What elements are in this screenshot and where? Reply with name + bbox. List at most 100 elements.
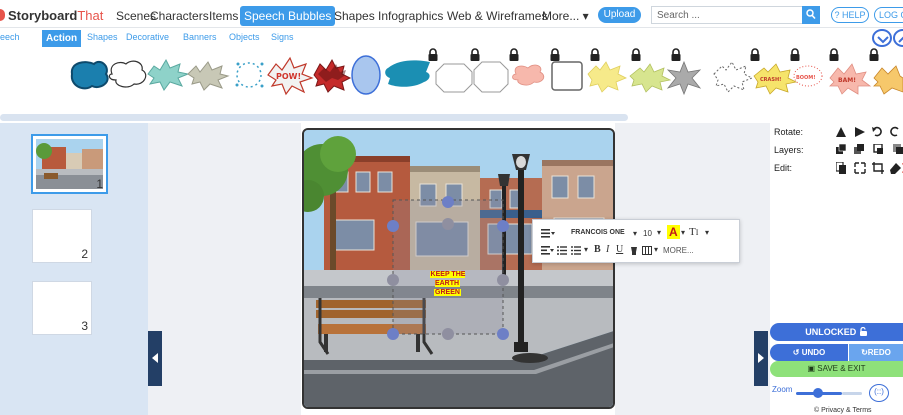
- send-backward-icon[interactable]: [873, 144, 883, 154]
- font-family-select[interactable]: FRANCOIS ONE: [571, 229, 625, 236]
- tab-objects[interactable]: Objects: [229, 32, 260, 42]
- rotate-right-icon[interactable]: [890, 126, 899, 137]
- chevron-down-icon[interactable]: ▾: [654, 245, 658, 254]
- lock-icon: [428, 48, 438, 61]
- save-exit-button[interactable]: ▣ SAVE & EXIT: [770, 361, 903, 377]
- help-button[interactable]: ? HELP: [831, 7, 869, 23]
- collapse-down-button[interactable]: [872, 29, 892, 47]
- tab-decorative[interactable]: Decorative: [126, 32, 169, 42]
- bubble-sparkle-dashed[interactable]: [235, 62, 264, 88]
- copy-icon[interactable]: [836, 162, 846, 174]
- more-options-button[interactable]: MORE...: [663, 246, 694, 255]
- zoom-slider-rest[interactable]: [842, 392, 862, 395]
- align-dropdown[interactable]: [541, 229, 555, 240]
- resize-handle[interactable]: [442, 328, 454, 340]
- chevron-down-icon[interactable]: ▾: [584, 245, 588, 254]
- unlocked-label: UNLOCKED: [805, 327, 857, 337]
- lock-toggle-button[interactable]: UNLOCKED: [770, 323, 903, 341]
- tab-action[interactable]: Action: [42, 30, 82, 47]
- collapse-left-panel-button[interactable]: [148, 331, 162, 386]
- numbered-list-glyph-icon: [571, 246, 581, 255]
- selected-text-caption[interactable]: KEEP THE EARTH GREEN: [417, 270, 478, 297]
- bubble-white-cloud[interactable]: [108, 60, 147, 88]
- chevron-down-icon[interactable]: ▾: [633, 229, 637, 238]
- tab-speech[interactable]: eech: [0, 32, 20, 42]
- bubble-white-rectangle[interactable]: [551, 61, 583, 91]
- nav-web-wireframes[interactable]: Web & Wireframes: [443, 6, 551, 26]
- storyboard-cell-1[interactable]: 1: [31, 134, 108, 194]
- resize-handle[interactable]: [387, 328, 399, 340]
- bubble-white-octagon-1[interactable]: [435, 63, 473, 93]
- chevron-down-icon[interactable]: ▾: [681, 228, 685, 237]
- bubble-orange-burst[interactable]: [873, 65, 903, 95]
- selection-box[interactable]: [387, 196, 509, 340]
- nav-shapes[interactable]: Shapes: [330, 6, 379, 26]
- chevron-down-icon[interactable]: ▾: [705, 228, 709, 237]
- resize-handle[interactable]: [387, 274, 399, 286]
- undo-button[interactable]: ↺ UNDO: [770, 344, 848, 361]
- search-button[interactable]: [802, 6, 820, 24]
- rotate-left-icon[interactable]: [872, 126, 882, 137]
- nav-items[interactable]: Items: [205, 6, 242, 26]
- bubble-pink-cloud[interactable]: [512, 64, 545, 86]
- zoom-slider-handle[interactable]: [813, 388, 823, 398]
- tab-banners[interactable]: Banners: [183, 32, 217, 42]
- bubble-blue-oval[interactable]: [351, 55, 381, 95]
- bubble-green-burst[interactable]: [629, 63, 672, 93]
- upload-button[interactable]: Upload: [598, 7, 641, 23]
- numbered-list-icon[interactable]: [571, 246, 581, 257]
- resize-handle[interactable]: [497, 328, 509, 340]
- highlight-icon[interactable]: [629, 246, 638, 257]
- table-icon[interactable]: [642, 246, 652, 257]
- bring-to-front-icon[interactable]: [836, 144, 847, 154]
- text-size-icon[interactable]: TI: [689, 226, 698, 238]
- chevron-down-icon[interactable]: ▾: [657, 228, 661, 237]
- redo-button[interactable]: ↻REDO: [849, 344, 903, 361]
- bubble-grey-spiky[interactable]: [187, 61, 230, 91]
- cell-number: 1: [96, 177, 103, 191]
- bubble-teal-spiky[interactable]: [147, 58, 190, 91]
- logout-button[interactable]: LOG OUT: [874, 7, 903, 23]
- privacy-terms-link[interactable]: © Privacy & Terms: [814, 407, 872, 414]
- bold-icon[interactable]: B: [594, 244, 601, 255]
- scene-canvas[interactable]: [302, 128, 615, 409]
- resize-handle[interactable]: [497, 220, 509, 232]
- bubble-blue-blob[interactable]: [70, 60, 109, 90]
- storyboard-cell-3[interactable]: 3: [32, 281, 92, 335]
- collapse-right-panel-button[interactable]: [754, 331, 768, 386]
- flip-horizontal-icon[interactable]: [836, 127, 846, 137]
- tab-signs[interactable]: Signs: [271, 32, 294, 42]
- fit-icon: (::): [874, 387, 884, 396]
- flip-vertical-icon[interactable]: [855, 127, 865, 137]
- nav-infographics[interactable]: Infographics: [374, 6, 447, 26]
- rotate-handle[interactable]: [442, 218, 454, 230]
- bubble-white-octagon-2[interactable]: [473, 61, 509, 93]
- text-color-icon[interactable]: A: [667, 225, 680, 239]
- list-align-icon[interactable]: [541, 246, 554, 257]
- bubble-blue-brush[interactable]: [385, 60, 430, 87]
- bullet-list-icon[interactable]: [557, 246, 567, 257]
- bubble-dashed-burst[interactable]: [713, 61, 754, 93]
- bring-forward-icon[interactable]: [854, 144, 864, 154]
- nav-speech-bubbles[interactable]: Speech Bubbles: [240, 6, 336, 26]
- font-size-select[interactable]: 10: [643, 229, 652, 238]
- fit-to-screen-button[interactable]: (::): [869, 384, 889, 402]
- send-to-back-icon[interactable]: [893, 144, 903, 154]
- bubble-yellow-spiky[interactable]: [587, 61, 627, 93]
- nav-more[interactable]: More... ▾: [538, 6, 593, 26]
- resize-handle[interactable]: [387, 220, 399, 232]
- eraser-icon[interactable]: [890, 163, 901, 174]
- resize-icon[interactable]: [854, 162, 866, 174]
- palette-scrollbar[interactable]: [0, 114, 628, 121]
- nav-characters[interactable]: Characters: [146, 6, 213, 26]
- tab-shapes[interactable]: Shapes: [87, 32, 118, 42]
- resize-handle[interactable]: [442, 196, 454, 208]
- search-input[interactable]: Search ...: [651, 6, 803, 24]
- storyboard-cell-2[interactable]: 2: [32, 209, 92, 263]
- bubble-grey-star[interactable]: [666, 60, 702, 96]
- crop-icon[interactable]: [872, 162, 884, 174]
- underline-icon[interactable]: U: [616, 244, 623, 255]
- italic-icon[interactable]: I: [606, 244, 609, 255]
- storyboardthat-logo[interactable]: StoryboardThat: [0, 8, 103, 23]
- resize-handle[interactable]: [497, 274, 509, 286]
